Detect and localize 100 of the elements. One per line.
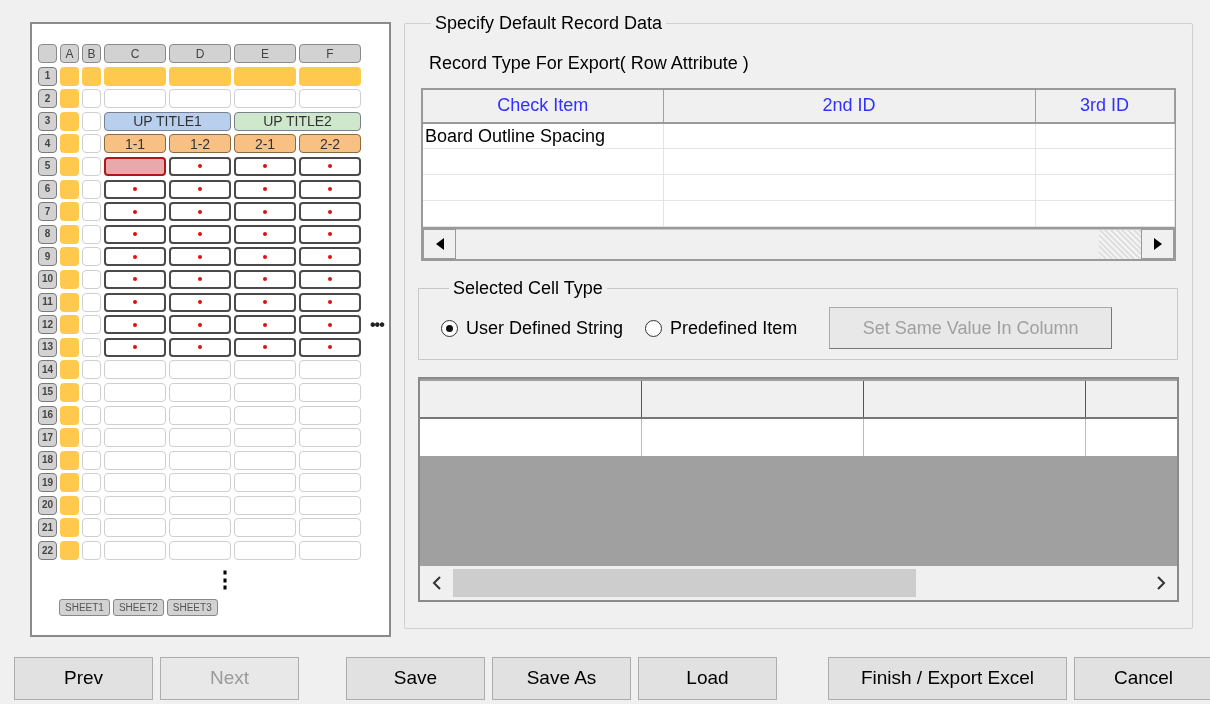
- sheet-cell: [60, 473, 79, 493]
- sheet-cell: [234, 428, 296, 448]
- column-header: F: [299, 44, 361, 63]
- sheet-cell: [104, 541, 166, 561]
- sheet-cell: [234, 473, 296, 493]
- dialog-button[interactable]: Finish / Export Excel: [828, 657, 1067, 700]
- sheet-cell: [82, 495, 101, 515]
- sheet-cell: [82, 428, 101, 448]
- sheet-cell: [169, 360, 231, 380]
- sheet-cell: [82, 247, 101, 267]
- sheet-cell: [234, 66, 296, 86]
- sheet-cell: [169, 473, 231, 493]
- column-header[interactable]: Check Item: [423, 89, 663, 123]
- group-title: Specify Default Record Data: [434, 14, 664, 32]
- sheet-cell: [299, 450, 361, 470]
- sheet-cell: [82, 111, 101, 131]
- sheet-cell: [169, 518, 231, 538]
- column-header: E: [234, 44, 296, 63]
- sheet-cell: [82, 224, 101, 244]
- sheet-cell: [60, 382, 79, 402]
- row-header: 19: [38, 473, 57, 493]
- sheet-cell: [60, 89, 79, 109]
- row-header: 21: [38, 518, 57, 538]
- sheet-cell: [299, 495, 361, 515]
- dialog-button[interactable]: Save: [346, 657, 485, 700]
- sheet-cell: [60, 405, 79, 425]
- row-header: 2: [38, 89, 57, 109]
- row-header: 18: [38, 450, 57, 470]
- dialog-button[interactable]: Cancel: [1074, 657, 1210, 700]
- sheet-cell: [82, 518, 101, 538]
- sheet-cell: [82, 337, 101, 357]
- sheet-cell: [234, 495, 296, 515]
- sheet-cell: [104, 66, 166, 86]
- more-columns-ellipsis: •••: [369, 315, 386, 335]
- sheet-cell: [60, 337, 79, 357]
- row-header: 22: [38, 541, 57, 561]
- row-header: 8: [38, 224, 57, 244]
- sheet-cell: [169, 89, 231, 109]
- row-header: 13: [38, 337, 57, 357]
- column-header: B: [82, 44, 101, 63]
- scroll-left-button[interactable]: [423, 229, 456, 260]
- sheet-cell: [234, 89, 296, 109]
- radio-option[interactable]: User Defined String: [441, 314, 624, 342]
- sheet-cell: [299, 66, 361, 86]
- sheet-cell: [234, 360, 296, 380]
- column-header[interactable]: 2nd ID: [663, 89, 1035, 123]
- sheet-cell: [299, 405, 361, 425]
- sheet-cell: [299, 360, 361, 380]
- column-header: D: [169, 44, 231, 63]
- up-title-cell: UP TITLE1: [104, 111, 231, 131]
- sheet-cell: [169, 405, 231, 425]
- dialog-button[interactable]: Prev: [14, 657, 153, 700]
- sheet-cell: [169, 495, 231, 515]
- scrollbar-thumb[interactable]: [1099, 230, 1141, 260]
- row-header: 17: [38, 428, 57, 448]
- sheet-cell: [60, 450, 79, 470]
- sheet-cell: [60, 224, 79, 244]
- radio-option[interactable]: Predefined Item: [645, 314, 798, 342]
- sheet-cell: [299, 541, 361, 561]
- dialog-button[interactable]: Save As: [492, 657, 631, 700]
- dialog-button[interactable]: Load: [638, 657, 777, 700]
- sheet-cell: [104, 473, 166, 493]
- sheet-cell: [234, 518, 296, 538]
- sub-title-cell: 1-2: [169, 134, 231, 154]
- sheet-cell: [82, 269, 101, 289]
- sheet-cell: [60, 518, 79, 538]
- row-header: 7: [38, 202, 57, 222]
- column-header: C: [104, 44, 166, 63]
- row-header: 4: [38, 134, 57, 154]
- sheet-cell: [104, 89, 166, 109]
- sheet-cell: [234, 541, 296, 561]
- chevron-left-icon: [431, 576, 442, 591]
- column-header[interactable]: 3rd ID: [1035, 89, 1174, 123]
- row-header: 10: [38, 269, 57, 289]
- sheet-cell: [60, 202, 79, 222]
- sheet-cell: [82, 156, 101, 176]
- sheet-cell: [104, 518, 166, 538]
- corner-header-cell: [38, 44, 57, 63]
- row-header: 15: [38, 382, 57, 402]
- column-header: A: [60, 44, 79, 63]
- sheet-cell: [299, 382, 361, 402]
- sheet-cell: [82, 202, 101, 222]
- sheet-cell: [299, 473, 361, 493]
- left-triangle-icon: [435, 238, 444, 251]
- sheet-cell: [82, 382, 101, 402]
- chevron-right-icon: [1155, 576, 1166, 591]
- row-header: 14: [38, 360, 57, 380]
- sheet-cell: [104, 360, 166, 380]
- sheet-cell: [60, 66, 79, 86]
- sheet-cell: [299, 518, 361, 538]
- scrollbar-thumb[interactable]: [453, 569, 916, 598]
- scroll-right-button[interactable]: [1141, 229, 1174, 260]
- more-rows-ellipsis: ⋮: [214, 569, 236, 592]
- sheet-cell: [60, 269, 79, 289]
- row-header: 9: [38, 247, 57, 267]
- sheet-cell: [299, 89, 361, 109]
- sheet-cell: [60, 156, 79, 176]
- sheet-cell: [104, 495, 166, 515]
- sheet-cell: [169, 382, 231, 402]
- sheet-cell: [234, 405, 296, 425]
